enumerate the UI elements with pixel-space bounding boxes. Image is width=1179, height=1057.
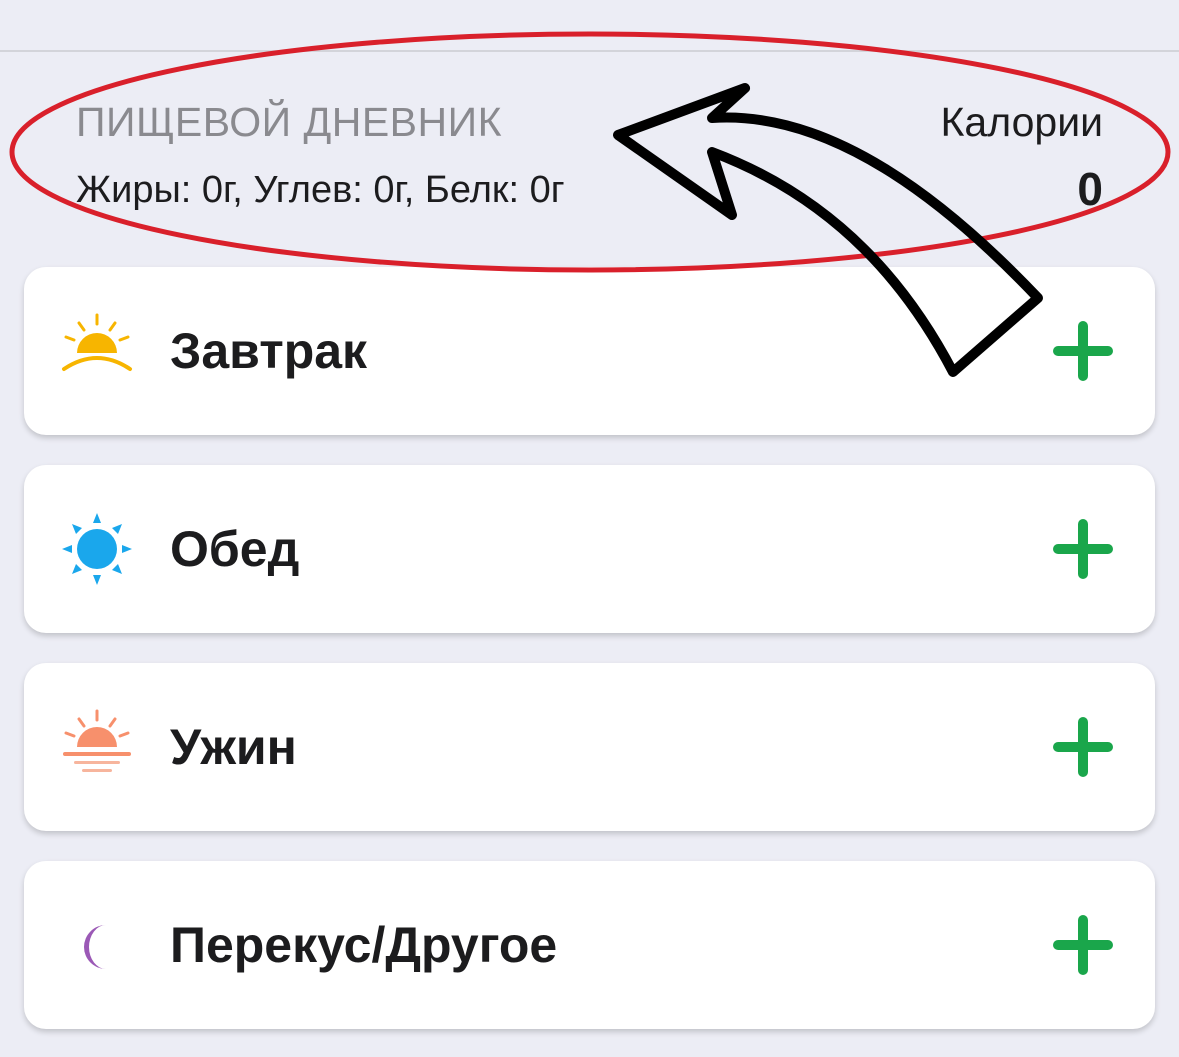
plus-icon [1053, 321, 1113, 381]
top-bar-cut-off-element [930, 0, 970, 6]
meal-name-lunch: Обед [170, 521, 300, 577]
add-lunch-button[interactable] [1051, 517, 1115, 581]
meal-card-breakfast[interactable]: Завтрак [24, 267, 1155, 435]
calories-label: Калории [940, 99, 1103, 145]
meal-name-snack: Перекус/Другое [170, 917, 558, 973]
meal-card-snack[interactable]: Перекус/Другое [24, 861, 1155, 1029]
top-bar [0, 0, 1179, 52]
calories-value: 0 [1077, 163, 1103, 215]
meal-name-breakfast: Завтрак [170, 323, 368, 379]
plus-icon [1053, 915, 1113, 975]
meal-card-dinner[interactable]: Ужин [24, 663, 1155, 831]
food-diary-summary: ПИЩЕВОЙ ДНЕВНИК Жиры: 0г, Углев: 0г, Бел… [0, 52, 1179, 262]
meal-card-lunch[interactable]: Обед [24, 465, 1155, 633]
add-dinner-button[interactable] [1051, 715, 1115, 779]
moon-icon [60, 905, 134, 985]
sun-icon [60, 509, 134, 589]
sunrise-icon [60, 311, 134, 391]
plus-icon [1053, 519, 1113, 579]
sunset-icon [60, 707, 134, 787]
add-snack-button[interactable] [1051, 913, 1115, 977]
meal-name-dinner: Ужин [170, 719, 297, 775]
add-breakfast-button[interactable] [1051, 319, 1115, 383]
food-diary-title: ПИЩЕВОЙ ДНЕВНИК [76, 99, 502, 145]
plus-icon [1053, 717, 1113, 777]
macros-summary: Жиры: 0г, Углев: 0г, Белк: 0г [76, 169, 565, 211]
